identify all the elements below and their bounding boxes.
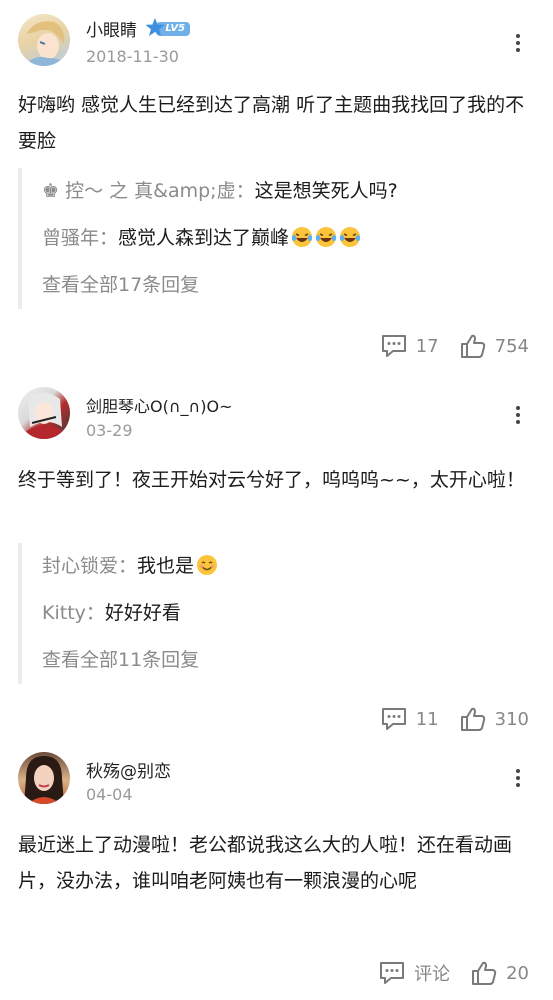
reply-item[interactable]: 封心锁爱：我也是: [42, 543, 523, 590]
like-button[interactable]: 754: [459, 333, 529, 359]
reply-count: 11: [415, 708, 439, 730]
comment-date: 04-04: [86, 785, 133, 804]
smiling-face-emoji-icon: [197, 555, 218, 575]
comment-text: 终于等到了！夜王开始对云兮好了，呜呜呜~~，太开心啦！: [18, 469, 525, 491]
reply-text: 我也是: [137, 555, 195, 577]
comment-actions: 17 754: [360, 331, 529, 361]
reply-author[interactable]: ♚ 控～ 之 真&amp;虚：: [42, 180, 255, 202]
like-button[interactable]: 310: [459, 706, 529, 732]
reply-author[interactable]: Kitty：: [42, 602, 105, 624]
level-badge-text: LV5: [165, 23, 186, 34]
thumbs-up-icon: [460, 334, 485, 358]
reply-button[interactable]: 11: [380, 706, 439, 732]
comment-bubble-icon: [381, 708, 406, 730]
comment-actions: 11 310: [360, 704, 529, 734]
reply-text: 这是想笑死人吗?: [254, 180, 398, 202]
reply-item[interactable]: ♚ 控～ 之 真&amp;虚：这是想笑死人吗?: [42, 168, 523, 215]
username[interactable]: 秋殇@别恋: [86, 757, 171, 782]
comment-actions: 评论 20: [358, 958, 529, 988]
laughing-tears-emoji-icon: [339, 227, 361, 247]
thumbs-up-icon: [472, 961, 497, 985]
anime-avatar-image: [24, 21, 68, 66]
reply-text: 好好好看: [104, 602, 181, 624]
avatar[interactable]: [18, 752, 70, 804]
like-button[interactable]: 20: [470, 960, 529, 986]
reply-list: 封心锁爱：我也是 Kitty：好好好看 查看全部11条回复: [18, 543, 523, 684]
avatar[interactable]: [18, 387, 70, 439]
comment-bubble-icon: [380, 962, 405, 984]
reply-button[interactable]: 17: [380, 333, 439, 359]
reply-author[interactable]: 曾骚年：: [42, 227, 118, 249]
laughing-tears-emoji-icon: [291, 227, 313, 247]
more-options-icon[interactable]: [510, 767, 526, 789]
level-badge: LV5: [145, 18, 192, 36]
comment-date: 03-29: [86, 421, 133, 440]
comment-text: 最近迷上了动漫啦！老公都说我这么大的人啦！还在看动画片，没办法，谁叫咱老阿姨也有…: [18, 834, 513, 892]
laughing-tears-emoji-icon: [315, 227, 337, 247]
comment-bubble-icon: [381, 335, 406, 357]
view-all-replies-link[interactable]: 查看全部17条回复: [42, 262, 523, 309]
like-count: 310: [494, 708, 529, 730]
reply-item[interactable]: 曾骚年：感觉人森到达了巅峰: [42, 215, 523, 262]
reply-count: 17: [415, 335, 439, 357]
thumbs-up-icon: [460, 707, 485, 731]
like-count: 754: [494, 335, 529, 357]
more-options-icon[interactable]: [510, 404, 526, 426]
reply-author[interactable]: 封心锁爱：: [42, 555, 137, 577]
like-count: 20: [506, 962, 529, 984]
username[interactable]: 小眼睛 LV5: [86, 16, 192, 41]
user-photo-avatar: [24, 756, 64, 804]
reply-item[interactable]: Kitty：好好好看: [42, 590, 523, 637]
reply-text: 感觉人森到达了巅峰: [118, 227, 290, 249]
more-options-icon[interactable]: [510, 32, 526, 54]
comment-date: 2018-11-30: [86, 47, 179, 66]
reply-list: ♚ 控～ 之 真&amp;虚：这是想笑死人吗? 曾骚年：感觉人森到达了巅峰 查看…: [18, 168, 523, 309]
comment-text: 好嗨哟 感觉人生已经到达了高潮 听了主题曲我找回了我的不要脸: [18, 94, 525, 152]
view-all-replies-link[interactable]: 查看全部11条回复: [42, 637, 523, 684]
comment-button[interactable]: 评论: [378, 960, 450, 986]
anime-avatar-image: [24, 392, 66, 439]
avatar[interactable]: [18, 14, 70, 66]
username-text: 小眼睛: [86, 21, 137, 41]
username[interactable]: 剑胆琴心O(∩_∩)O~: [86, 393, 233, 417]
comment-label: 评论: [414, 964, 451, 985]
